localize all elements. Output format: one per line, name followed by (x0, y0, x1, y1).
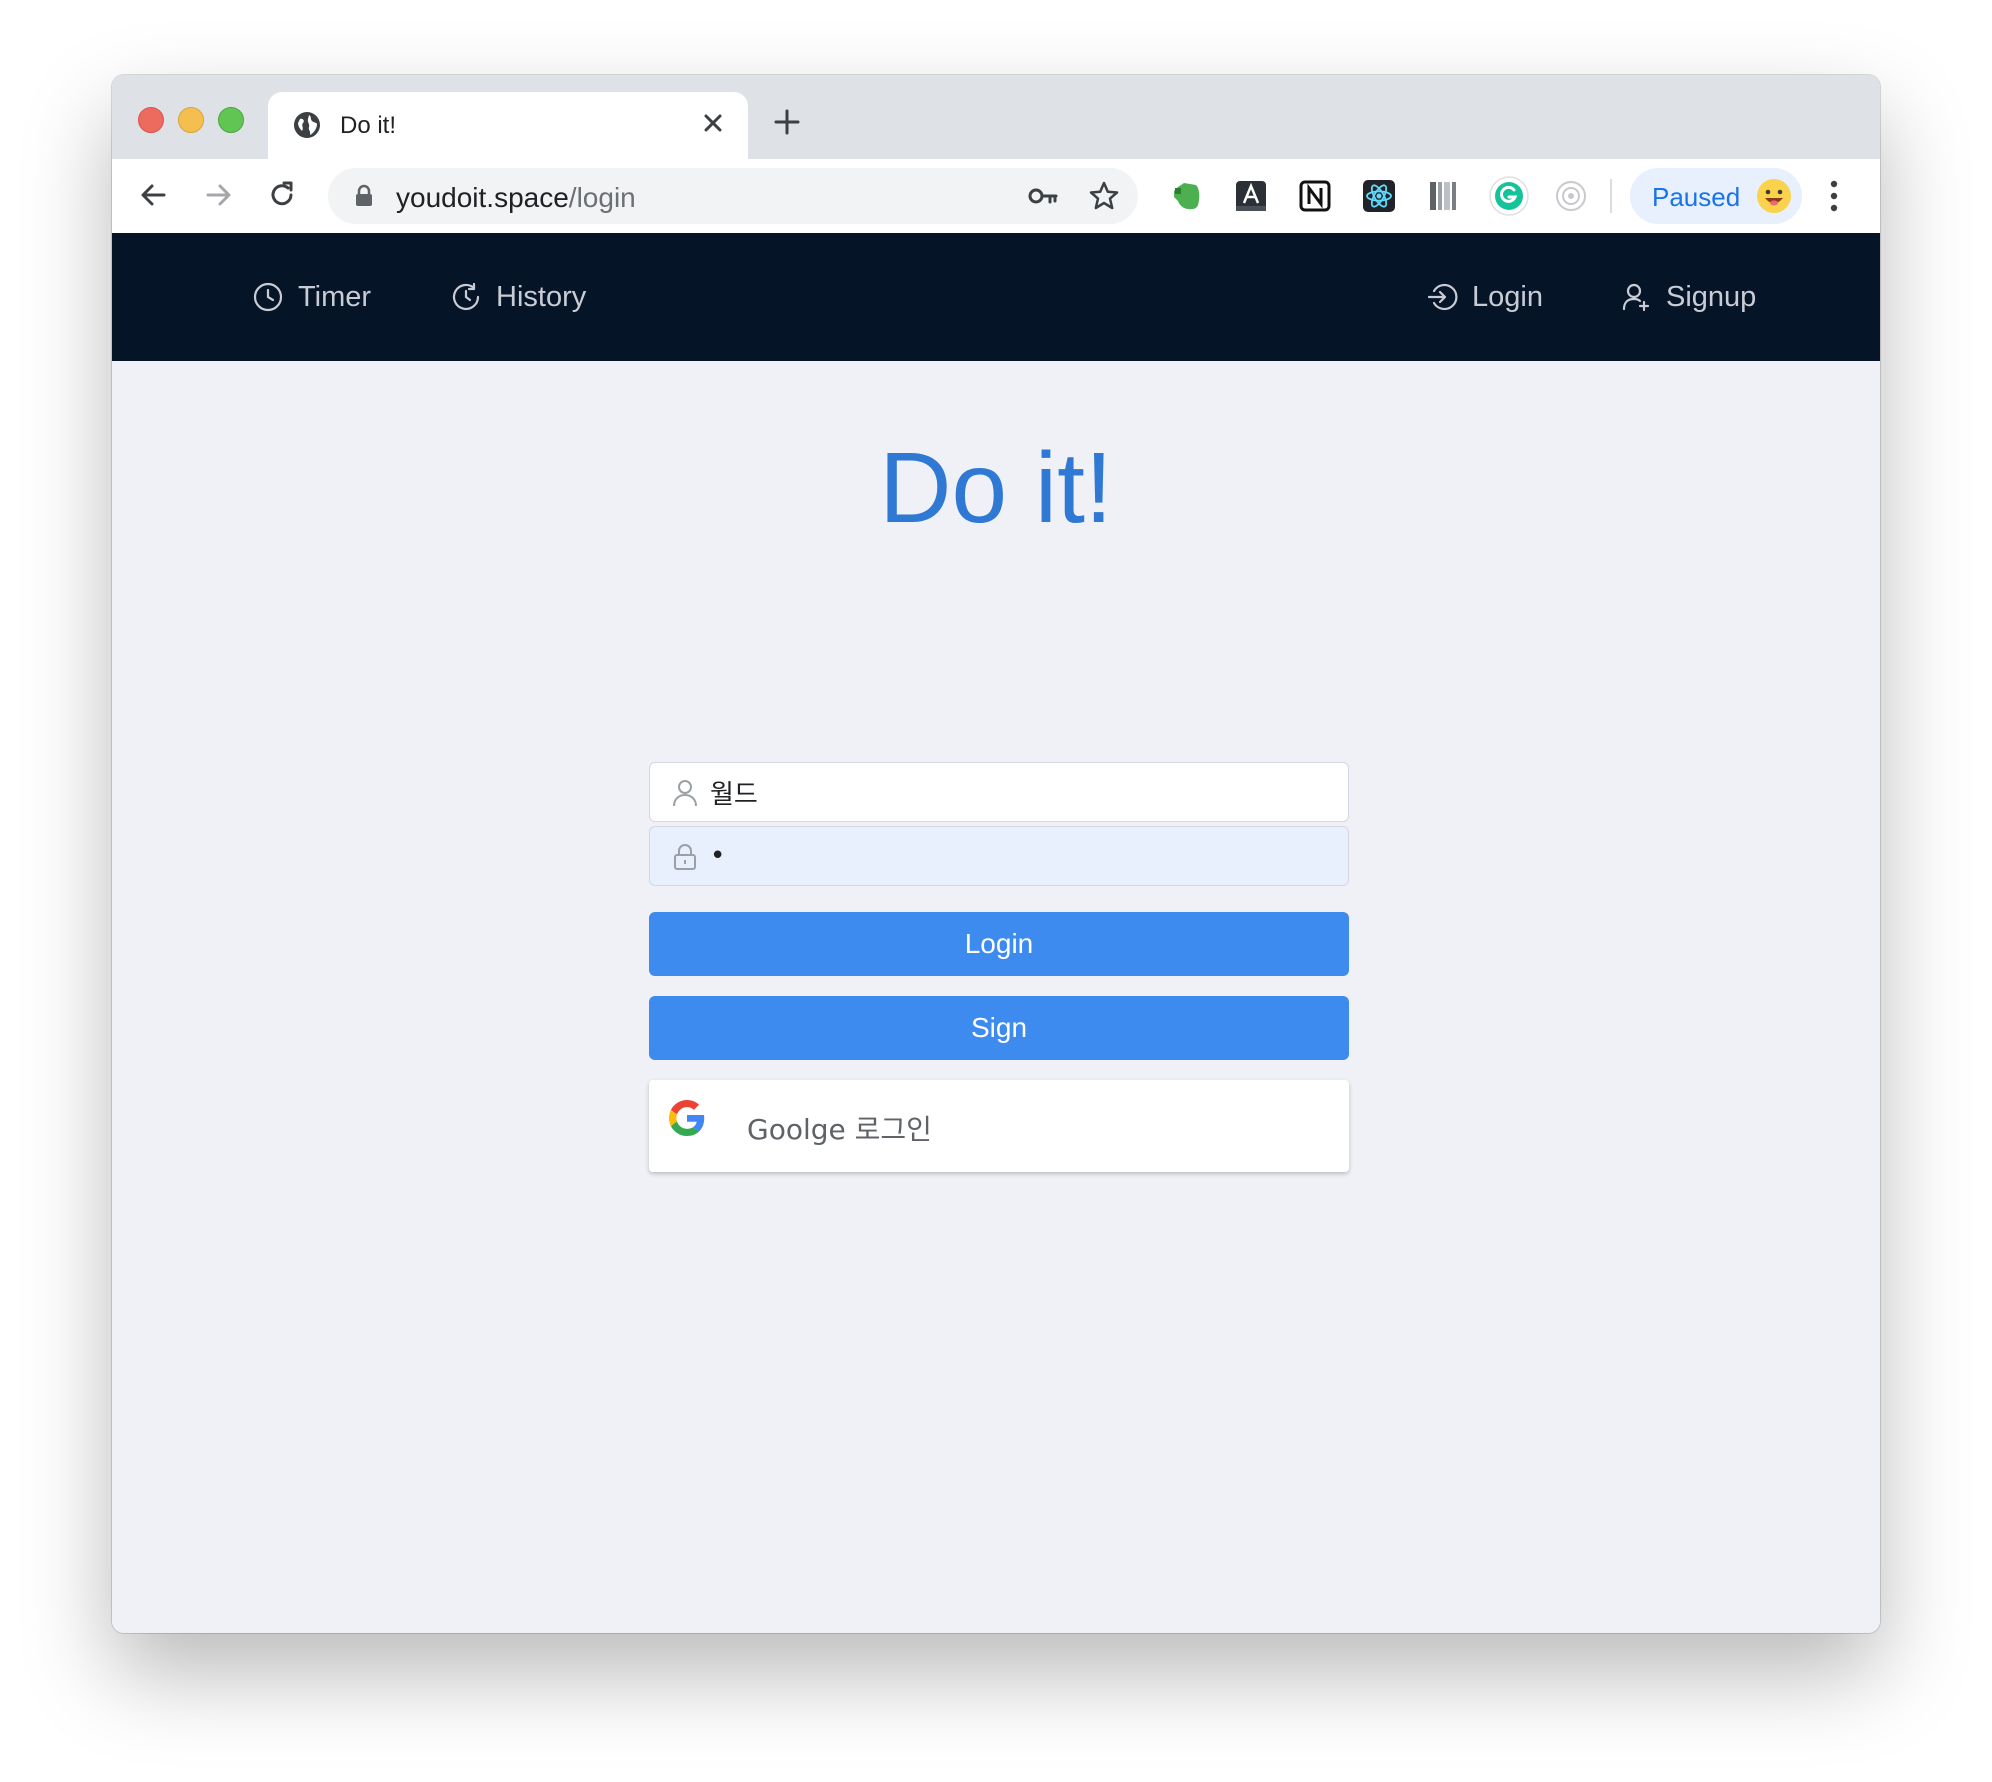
react-devtools-extension-icon[interactable] (1362, 179, 1396, 213)
minimize-window-button[interactable] (178, 107, 204, 133)
google-logo-icon (669, 1100, 705, 1136)
browser-toolbar: youdoit.space/login Paused (112, 159, 1880, 233)
tab-strip: Do it! (112, 75, 1880, 159)
login-icon (1427, 283, 1458, 311)
browser-tab[interactable]: Do it! (268, 92, 748, 159)
lock-icon (674, 844, 696, 870)
maximize-window-button[interactable] (218, 107, 244, 133)
close-icon[interactable] (698, 108, 728, 138)
close-window-button[interactable] (138, 107, 164, 133)
tab-title: Do it! (340, 112, 397, 139)
nav-item-signup[interactable]: Signup (1620, 277, 1756, 317)
star-icon[interactable] (1088, 180, 1120, 212)
url-host: youdoit.space (396, 182, 569, 213)
login-page: Do it! Login Sign Go (112, 361, 1880, 1633)
profile-button[interactable]: Paused (1630, 168, 1802, 224)
nav-item-timer[interactable]: Timer (252, 277, 371, 317)
url-path: /login (568, 182, 636, 213)
nav-item-label: Signup (1666, 280, 1757, 313)
nav-item-label: History (496, 280, 587, 313)
back-arrow-icon[interactable] (136, 177, 172, 213)
user-add-icon (1622, 283, 1650, 312)
app-navbar: Timer History Login Signup (112, 233, 1880, 361)
google-login-button[interactable]: Goolge 로그인 (649, 1080, 1349, 1172)
lock-icon (356, 184, 372, 206)
password-field[interactable] (649, 826, 1349, 886)
clock-icon (253, 282, 283, 312)
forward-arrow-icon[interactable] (200, 177, 236, 213)
dictionary-extension-icon[interactable] (1234, 179, 1268, 213)
nav-item-label: Timer (298, 280, 372, 313)
nav-item-history[interactable]: History (450, 277, 586, 317)
page-title: Do it! (879, 432, 1113, 544)
sign-button[interactable]: Sign (649, 996, 1349, 1060)
notion-extension-icon[interactable] (1298, 179, 1332, 213)
grammarly-extension-icon[interactable] (1488, 175, 1530, 217)
password-input[interactable] (710, 835, 1330, 877)
login-button[interactable]: Login (649, 912, 1349, 976)
more-menu-icon[interactable] (1830, 179, 1838, 213)
avatar-icon (1757, 179, 1791, 213)
username-field[interactable] (649, 762, 1349, 822)
nav-item-label: Login (1472, 280, 1543, 313)
key-icon[interactable] (1028, 182, 1058, 210)
google-login-label: Goolge 로그인 (747, 1113, 932, 1146)
reload-icon[interactable] (264, 177, 300, 213)
nav-item-login[interactable]: Login (1426, 277, 1543, 317)
address-bar[interactable]: youdoit.space/login (328, 168, 1138, 224)
browser-window: Do it! youdoit.space/login Paused Timer … (112, 75, 1880, 1633)
evernote-extension-icon[interactable] (1170, 179, 1204, 213)
barcode-extension-icon[interactable] (1426, 179, 1460, 213)
user-icon (673, 780, 697, 807)
new-tab-button[interactable] (772, 107, 802, 137)
toolbar-divider (1610, 179, 1612, 213)
history-icon (452, 282, 480, 310)
username-input[interactable] (710, 771, 1330, 813)
url-text[interactable]: youdoit.space/login (396, 182, 636, 214)
profile-status: Paused (1652, 182, 1741, 212)
globe-icon (294, 112, 320, 138)
camera-extension-icon[interactable] (1554, 179, 1588, 213)
